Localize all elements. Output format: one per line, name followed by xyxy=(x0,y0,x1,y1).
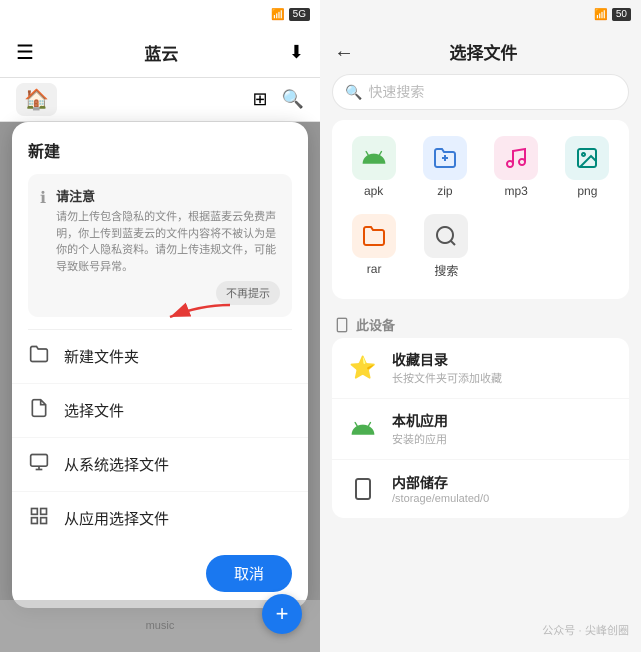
device-list: ⭐ 收藏目录 长按文件夹可添加收藏 本机应用 安装的应用 xyxy=(332,338,629,518)
battery-icon: 5G xyxy=(289,8,310,21)
filetype-zip[interactable]: zip xyxy=(413,130,477,204)
right-title: 选择文件 xyxy=(366,39,601,64)
favorites-sub: 长按文件夹可添加收藏 xyxy=(392,370,615,386)
filetype-search[interactable]: 搜索 xyxy=(414,208,478,285)
filetype-mp3[interactable]: mp3 xyxy=(484,130,548,204)
notice-box: ℹ 请注意 请勿上传包含隐私的文件，根据蓝麦云免费声明，你上传到蓝麦云的文件内容… xyxy=(28,174,292,317)
system-select-icon xyxy=(28,452,50,477)
zip-label: zip xyxy=(437,184,452,198)
watermark: 公众号 · 尖峰创圈 xyxy=(542,622,629,638)
storage-item[interactable]: 内部储存 /storage/emulated/0 xyxy=(332,460,629,518)
bottom-text: music xyxy=(146,620,175,632)
left-panel: 📶 5G ☰ 蓝云 ⬇ 🏠 ⊞ 🔍 新建 ℹ 请注意 请勿上传包含隐私的文 xyxy=(0,0,320,652)
select-file-label: 选择文件 xyxy=(64,400,124,421)
storage-info: 内部储存 /storage/emulated/0 xyxy=(392,473,615,505)
favorites-icon: ⭐ xyxy=(346,351,380,385)
apps-sub: 安装的应用 xyxy=(392,431,615,447)
apps-item[interactable]: 本机应用 安装的应用 xyxy=(332,399,629,460)
filetype-png[interactable]: png xyxy=(555,130,619,204)
cancel-button[interactable]: 取消 xyxy=(206,555,292,592)
grid-icon[interactable]: ⊞ xyxy=(252,89,267,110)
rar-label: rar xyxy=(367,262,382,276)
storage-sub: /storage/emulated/0 xyxy=(392,493,615,505)
select-file-item[interactable]: 选择文件 xyxy=(12,384,308,438)
no-remind-button[interactable]: 不再提示 xyxy=(216,281,280,305)
mp3-icon-box xyxy=(494,136,538,180)
section-title-text: 此设备 xyxy=(356,315,395,334)
fab-icon: + xyxy=(276,601,289,627)
storage-title: 内部储存 xyxy=(392,473,615,493)
filetype-row-2: rar 搜索 xyxy=(338,208,623,285)
apk-icon-box xyxy=(352,136,396,180)
favorites-info: 收藏目录 长按文件夹可添加收藏 xyxy=(392,350,615,386)
left-header: ☰ 蓝云 ⬇ xyxy=(0,28,320,78)
section-title: 此设备 xyxy=(320,309,641,338)
search-bar[interactable]: 🔍 快速搜索 xyxy=(332,74,629,110)
storage-icon xyxy=(346,472,380,506)
apps-icon xyxy=(346,412,380,446)
wifi-icon: 📶 xyxy=(271,8,285,21)
filetype-apk[interactable]: apk xyxy=(342,130,406,204)
app-select-item[interactable]: 从应用选择文件 xyxy=(12,492,308,545)
right-battery-icon: 50 xyxy=(612,8,631,21)
back-button[interactable]: ← xyxy=(334,40,354,63)
left-title: 蓝云 xyxy=(144,40,178,65)
left-statusbar: 📶 5G xyxy=(0,0,320,28)
apk-label: apk xyxy=(364,184,383,198)
modal-footer: 取消 xyxy=(12,545,308,608)
modal-title: 新建 xyxy=(12,122,308,162)
rar-icon-box xyxy=(352,214,396,258)
right-header: ← 选择文件 xyxy=(320,28,641,74)
app-select-label: 从应用选择文件 xyxy=(64,508,169,529)
modal-card: 新建 ℹ 请注意 请勿上传包含隐私的文件，根据蓝麦云免费声明，你上传到蓝麦云的文… xyxy=(12,122,308,608)
notice-title: 请注意 xyxy=(56,186,280,205)
filetype-row-1: apk zip mp xyxy=(338,130,623,204)
apps-info: 本机应用 安装的应用 xyxy=(392,411,615,447)
menu-icon[interactable]: ☰ xyxy=(16,40,34,65)
new-folder-item[interactable]: 新建文件夹 xyxy=(12,330,308,384)
system-select-item[interactable]: 从系统选择文件 xyxy=(12,438,308,492)
notice-btn-container: 不再提示 xyxy=(56,281,280,305)
search-icon: 🔍 xyxy=(345,84,362,101)
new-folder-label: 新建文件夹 xyxy=(64,346,139,367)
left-toolbar: 🏠 ⊞ 🔍 xyxy=(0,78,320,122)
new-folder-icon xyxy=(28,344,50,369)
png-label: png xyxy=(577,184,597,198)
search-icon-box xyxy=(424,214,468,258)
download-icon[interactable]: ⬇ xyxy=(289,42,304,63)
header-icons: ⬇ xyxy=(289,42,304,63)
system-select-label: 从系统选择文件 xyxy=(64,454,169,475)
right-wifi-icon: 📶 xyxy=(594,8,608,21)
right-panel: 📶 50 ← 选择文件 🔍 快速搜索 apk xyxy=(320,0,641,652)
select-file-icon xyxy=(28,398,50,423)
app-select-icon xyxy=(28,506,50,531)
favorites-title: 收藏目录 xyxy=(392,350,615,370)
left-status-icons: 📶 5G xyxy=(271,8,310,21)
search-label: 搜索 xyxy=(434,262,458,279)
right-status-icons: 📶 50 xyxy=(594,8,631,21)
info-icon: ℹ xyxy=(40,188,46,208)
png-icon-box xyxy=(565,136,609,180)
search-icon[interactable]: 🔍 xyxy=(282,89,304,110)
fab-button[interactable]: + xyxy=(262,594,302,634)
favorites-item[interactable]: ⭐ 收藏目录 长按文件夹可添加收藏 xyxy=(332,338,629,399)
right-statusbar: 📶 50 xyxy=(320,0,641,28)
zip-icon-box xyxy=(423,136,467,180)
mp3-label: mp3 xyxy=(504,184,527,198)
filetype-rar[interactable]: rar xyxy=(342,208,406,285)
filetype-grid: apk zip mp xyxy=(332,120,629,299)
notice-text: 请勿上传包含隐私的文件，根据蓝麦云免费声明，你上传到蓝麦云的文件内容将不被认为是… xyxy=(56,209,280,275)
notice-content: 请注意 请勿上传包含隐私的文件，根据蓝麦云免费声明，你上传到蓝麦云的文件内容将不… xyxy=(56,186,280,305)
left-content-dim: 新建 ℹ 请注意 请勿上传包含隐私的文件，根据蓝麦云免费声明，你上传到蓝麦云的文… xyxy=(0,122,320,652)
home-icon[interactable]: 🏠 xyxy=(16,83,57,116)
apps-title: 本机应用 xyxy=(392,411,615,431)
search-placeholder: 快速搜索 xyxy=(368,82,424,102)
